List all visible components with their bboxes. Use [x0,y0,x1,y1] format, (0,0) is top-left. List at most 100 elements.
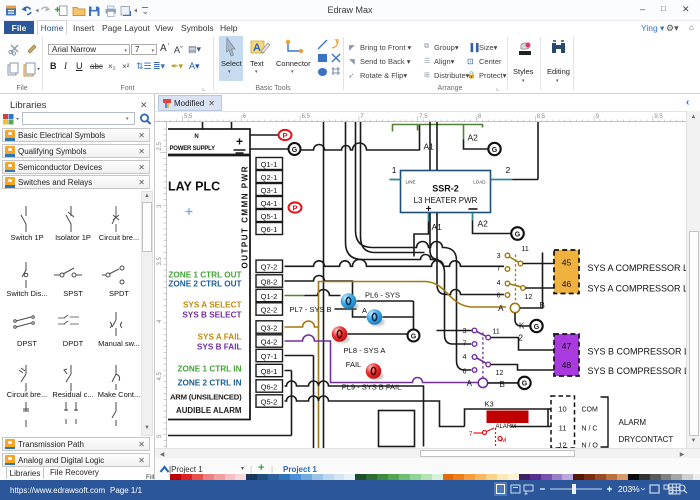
svg-text:PL7 - SYS B: PL7 - SYS B [289,305,331,314]
svg-text:12: 12 [558,440,566,448]
svg-text:Q4-1: Q4-1 [260,199,277,208]
svg-text:7: 7 [468,431,472,438]
svg-text:ZONE 1 CTRL IN: ZONE 1 CTRL IN [177,364,241,373]
svg-text:9.5: 9.5 [654,114,663,120]
svg-text:LINE: LINE [405,179,415,184]
svg-text:2: 2 [505,165,510,175]
svg-text:N: N [194,134,198,140]
svg-text:47: 47 [561,341,571,351]
svg-text:Q7-2: Q7-2 [260,262,277,271]
svg-text:4: 4 [496,280,500,287]
svg-text:A2: A2 [467,132,478,142]
svg-text:ZONE 1 CTRL OUT: ZONE 1 CTRL OUT [168,270,241,279]
svg-text:45: 45 [561,257,571,267]
svg-text:SYS A COMPRESSOR LO: SYS A COMPRESSOR LO [587,283,686,293]
svg-text:SYS A FAIL: SYS A FAIL [197,332,241,341]
svg-text:10: 10 [558,404,566,413]
svg-text:6.5: 6.5 [302,114,311,120]
svg-text:Q2-2: Q2-2 [260,305,277,314]
svg-text:Q3-1: Q3-1 [260,186,277,195]
svg-text:G: G [514,231,520,238]
svg-text:LAY PLC: LAY PLC [168,179,220,193]
svg-text:3.5: 3.5 [157,256,163,265]
svg-text:LOAD: LOAD [473,179,486,184]
svg-text:9: 9 [596,114,600,120]
svg-text:3: 3 [496,253,500,260]
svg-text:11: 11 [492,328,499,335]
svg-text:Q2-1: Q2-1 [260,173,277,182]
svg-text:Q1-1: Q1-1 [260,160,277,169]
svg-text:M: M [501,437,506,444]
svg-text:A: A [466,379,472,388]
svg-text:PL9 - SYS B FAIL: PL9 - SYS B FAIL [341,382,401,391]
svg-text:8.5: 8.5 [537,114,546,120]
svg-text:7: 7 [462,340,466,347]
svg-text:COM: COM [581,406,598,413]
svg-text:Q3-2: Q3-2 [260,323,277,332]
svg-text:Q8-2: Q8-2 [260,277,277,286]
svg-text:SYS B COMPRESSOR LO: SYS B COMPRESSOR LO [587,346,686,356]
svg-text:1: 1 [391,165,396,175]
svg-text:P: P [282,130,287,139]
svg-text:FAIL: FAIL [345,360,360,369]
svg-text:7: 7 [496,265,500,272]
svg-text:ALARM: ALARM [618,418,646,427]
svg-text:N / C: N / C [581,425,597,432]
svg-text:SSR-2: SSR-2 [432,183,459,193]
svg-text:B: B [499,380,504,389]
svg-text:A: A [361,306,366,315]
svg-text:A: A [253,42,261,54]
svg-text:G: G [491,146,497,153]
svg-text:2.5: 2.5 [157,141,163,150]
svg-text:Q6-1: Q6-1 [260,225,277,234]
svg-text:G: G [521,380,527,387]
svg-text:L3 HEATER PWR: L3 HEATER PWR [413,196,477,205]
svg-text:11: 11 [558,423,566,432]
svg-text:A1: A1 [423,141,434,151]
svg-text:SYS A COMPRESSOR LO: SYS A COMPRESSOR LO [587,263,686,273]
svg-text:203%: 203% [618,484,640,494]
svg-text:4: 4 [462,354,466,361]
svg-text:ARM (UNSILENCED): ARM (UNSILENCED) [169,392,241,401]
svg-text:DRYCONTACT: DRYCONTACT [618,435,673,444]
svg-text:Q1-2: Q1-2 [260,291,277,300]
svg-text:5.5: 5.5 [184,114,193,120]
svg-text:N / O: N / O [581,442,598,448]
svg-text:A2: A2 [477,218,488,228]
svg-text:Q8-1: Q8-1 [260,366,277,375]
svg-text:12: 12 [524,294,532,301]
svg-text:6: 6 [462,368,466,375]
svg-text:5: 5 [157,434,163,438]
svg-text:48: 48 [561,360,571,370]
svg-text:6: 6 [243,114,247,120]
svg-text:7.5: 7.5 [419,114,428,120]
svg-text:ZONE 2 CTRL IN: ZONE 2 CTRL IN [177,378,241,387]
svg-text:OUTPUT CMMN PWR: OUTPUT CMMN PWR [240,166,249,268]
svg-text:4.5: 4.5 [157,371,163,380]
svg-text:3: 3 [157,204,163,208]
svg-text:POWER SUPPLY: POWER SUPPLY [169,146,215,152]
svg-text:Q5-2: Q5-2 [260,397,277,406]
svg-text:K3: K3 [484,399,493,408]
svg-text:6: 6 [496,292,500,299]
svg-text:SYS B COMPRESSOR LO: SYS B COMPRESSOR LO [587,366,686,376]
svg-text:PL8 - SYS A: PL8 - SYS A [343,346,385,355]
svg-text:3: 3 [462,328,466,335]
svg-text:PL6 - SYS: PL6 - SYS [364,290,399,299]
svg-text:ZONE 2 CTRL OUT: ZONE 2 CTRL OUT [168,279,241,288]
svg-text:Q7-1: Q7-1 [260,351,277,360]
svg-text:11: 11 [521,246,528,253]
svg-text:G: G [533,323,539,330]
svg-text:8: 8 [478,114,482,120]
svg-text:4: 4 [157,319,163,323]
svg-text:Q5-1: Q5-1 [260,212,277,221]
svg-text:SYS B FAIL: SYS B FAIL [196,342,241,351]
svg-text:A: A [498,304,504,313]
svg-text:AUDIBLE ALARM: AUDIBLE ALARM [176,406,242,415]
svg-text:12: 12 [495,370,503,377]
svg-text:P: P [292,203,297,212]
svg-text:Q4-2: Q4-2 [260,337,277,346]
svg-text:46: 46 [561,279,571,289]
svg-text:G: G [410,333,416,340]
svg-text:SYS A SELECT: SYS A SELECT [182,300,241,309]
